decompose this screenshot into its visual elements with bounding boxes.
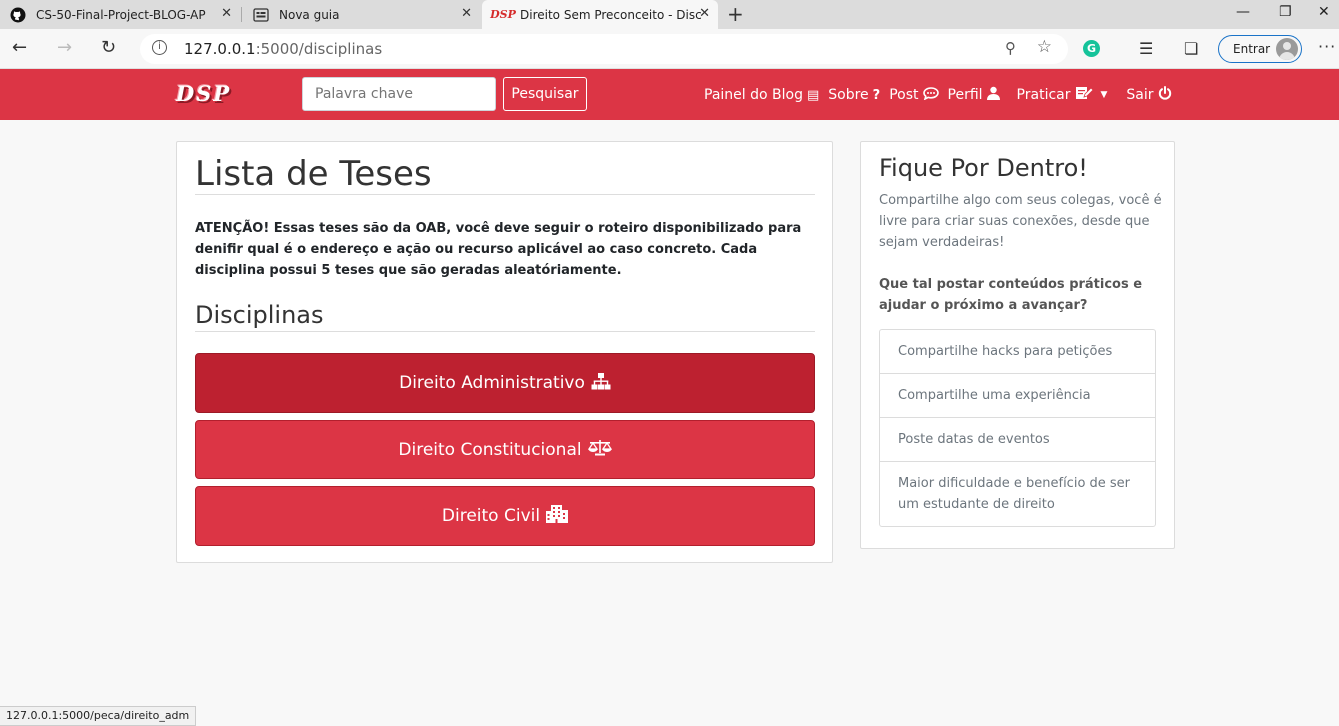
address-bar[interactable]: i 127.0.0.1:5000/disciplinas ⚲ ☆: [140, 34, 1068, 64]
discipline-button-constitucional[interactable]: Direito Constitucional: [195, 420, 815, 479]
discipline-button-administrativo[interactable]: Direito Administrativo: [195, 353, 815, 413]
close-icon[interactable]: ✕: [699, 6, 710, 21]
info-icon[interactable]: i: [152, 40, 167, 55]
nav-link-blog-panel[interactable]: Painel do Blog ▤: [704, 86, 819, 104]
sidebar-question: Que tal postar conteúdos práticos e ajud…: [879, 277, 1143, 313]
sidebar-card: Fique Por Dentro! Compartilhe algo com s…: [860, 141, 1175, 549]
nav-link-about[interactable]: Sobre ?: [828, 86, 880, 104]
nav-link-label: Painel do Blog: [704, 87, 803, 103]
discipline-label: Direito Administrativo: [399, 373, 585, 393]
nav-link-logout[interactable]: Sair: [1126, 86, 1171, 104]
list-item: Compartilhe uma experiência: [880, 374, 1155, 418]
divider: [195, 194, 815, 195]
newspaper-icon: ▤: [806, 87, 820, 103]
power-icon: [1158, 86, 1172, 104]
caret-down-icon: ▼: [1100, 90, 1108, 100]
new-tab-button[interactable]: +: [727, 2, 744, 26]
edit-icon: [1075, 86, 1094, 104]
nav-link-label: Sair: [1126, 87, 1154, 103]
comment-icon: [922, 86, 939, 104]
browser-tab-github[interactable]: CS-50-Final-Project-BLOG-APP/a ✕: [0, 0, 240, 29]
nav-links: Painel do Blog ▤ Sobre ? Post Perfil Pra…: [704, 86, 1181, 104]
tab-divider: [241, 7, 242, 22]
nav-link-practice-dropdown[interactable]: Praticar ▼: [1016, 86, 1108, 104]
avatar: [1276, 38, 1298, 60]
theses-card: Lista de Teses ATENÇÃO! Essas teses são …: [176, 141, 833, 563]
grammarly-extension-icon[interactable]: G: [1083, 40, 1100, 57]
browser-tab-label: Direito Sem Preconceito - Discipl: [520, 7, 702, 22]
user-icon: [986, 86, 1000, 104]
list-item: Compartilhe hacks para petições: [880, 330, 1155, 374]
nav-link-label: Perfil: [947, 87, 983, 103]
discipline-label: Direito Constitucional: [398, 439, 582, 460]
url-text[interactable]: 127.0.0.1:5000/disciplinas: [184, 40, 382, 58]
favorites-icon[interactable]: ☰: [1139, 39, 1153, 58]
close-window-icon[interactable]: ✕: [1318, 4, 1330, 20]
signin-button[interactable]: Entrar: [1218, 35, 1302, 63]
browser-tabstrip: CS-50-Final-Project-BLOG-APP/a ✕ Nova gu…: [0, 0, 1339, 29]
site-navbar: DSP Pesquisar Painel do Blog ▤ Sobre ? P…: [0, 69, 1339, 120]
list-item: Maior dificuldade e benefício de ser um …: [898, 476, 1131, 512]
question-icon: ?: [872, 87, 881, 103]
nav-link-label: Post: [889, 87, 919, 103]
sitemap-icon: [591, 372, 611, 394]
reload-icon[interactable]: ↻: [101, 37, 116, 58]
nav-link-post[interactable]: Post: [889, 86, 939, 104]
browser-toolbar: ← → ↻ i 127.0.0.1:5000/disciplinas ⚲ ☆ G…: [0, 29, 1339, 69]
favorite-star-icon[interactable]: ☆: [1037, 37, 1052, 57]
discipline-label: Direito Civil: [441, 506, 541, 526]
page-title: Lista de Teses: [195, 154, 432, 194]
github-icon: [10, 7, 26, 23]
site-logo[interactable]: DSP: [176, 81, 231, 106]
discipline-button-civil[interactable]: Direito Civil: [195, 486, 815, 546]
browser-tab-label: CS-50-Final-Project-BLOG-APP/a: [36, 7, 206, 22]
forward-arrow-icon[interactable]: →: [57, 37, 72, 58]
city-icon: [546, 505, 569, 527]
notice-text: ATENÇÃO! Essas teses são da OAB, você de…: [195, 221, 802, 278]
divider: [195, 331, 815, 332]
search-input[interactable]: [302, 77, 496, 111]
status-bar-url: 127.0.0.1:5000/peca/direito_adm: [0, 706, 197, 726]
collections-icon[interactable]: ❏: [1184, 39, 1198, 58]
minimize-icon[interactable]: —: [1236, 4, 1250, 20]
sidebar-text: Compartilhe algo com seus colegas, você …: [879, 193, 1162, 250]
sidebar-title: Fique Por Dentro!: [879, 154, 1088, 182]
nav-link-label: Praticar: [1016, 87, 1071, 103]
back-arrow-icon[interactable]: ←: [12, 37, 27, 58]
close-icon[interactable]: ✕: [221, 6, 232, 21]
browser-tab-new[interactable]: Nova guia ✕: [243, 0, 480, 29]
balance-scale-icon: [587, 439, 612, 460]
signin-label: Entrar: [1233, 42, 1271, 56]
list-item: Poste datas de eventos: [880, 418, 1155, 462]
suggestion-list: Compartilhe hacks para petições Comparti…: [879, 329, 1156, 527]
disciplines-heading: Disciplinas: [195, 301, 324, 329]
search-button[interactable]: Pesquisar: [503, 77, 587, 111]
dsp-favicon: DSP: [490, 8, 516, 21]
maximize-icon[interactable]: ❐: [1279, 4, 1292, 20]
more-options-icon[interactable]: ···: [1318, 37, 1336, 56]
close-icon[interactable]: ✕: [461, 6, 472, 21]
nav-link-label: Sobre: [828, 87, 869, 103]
browser-tab-label: Nova guia: [279, 7, 340, 22]
zoom-icon[interactable]: ⚲: [1005, 39, 1016, 57]
browser-tab-active[interactable]: DSP Direito Sem Preconceito - Discipl ✕: [482, 0, 718, 29]
new-tab-icon: [253, 7, 269, 23]
nav-link-profile[interactable]: Perfil: [948, 86, 1000, 104]
